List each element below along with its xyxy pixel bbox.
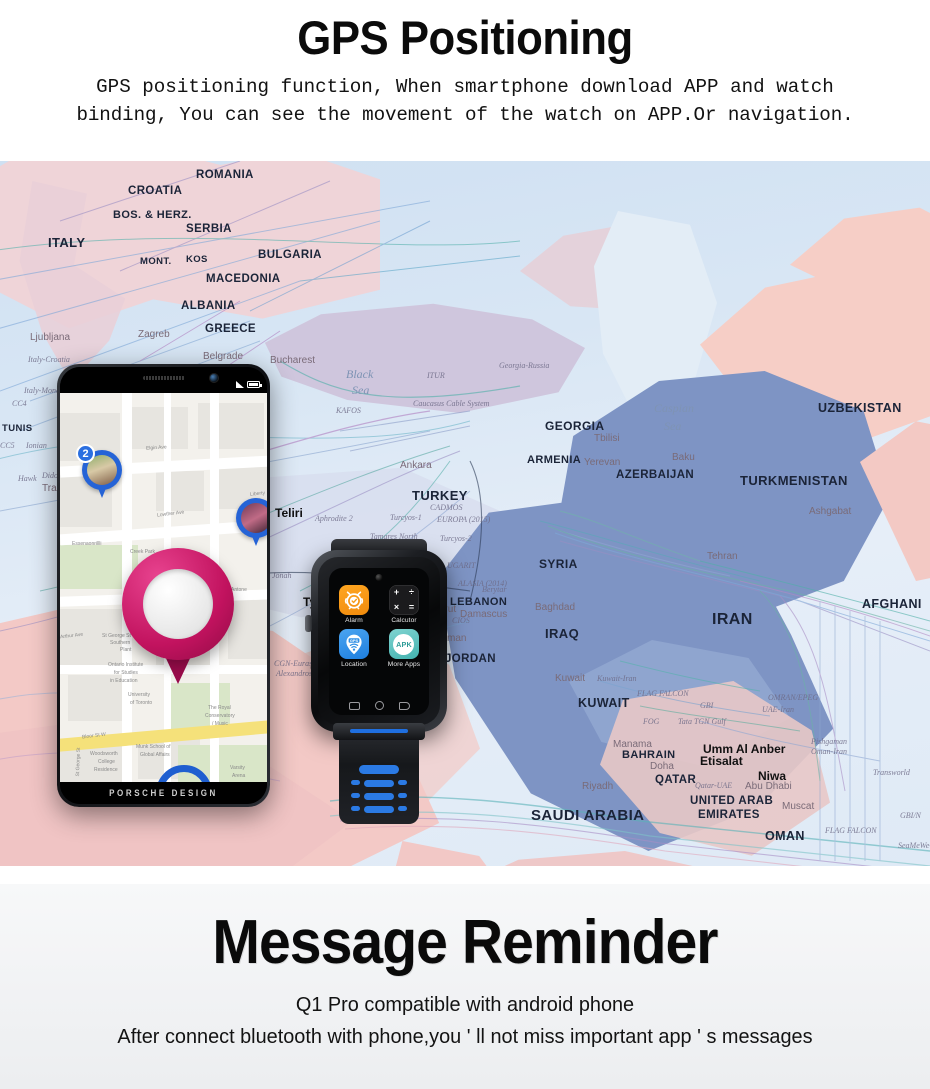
subtitle-line-2: binding, You can see the movement of the… xyxy=(76,104,854,127)
recents-icon[interactable] xyxy=(348,701,360,710)
watch-app-label: Alarm xyxy=(345,617,363,624)
smartwatch-mockup: Alarm + ÷ × = Calcutor GPS Location APK … xyxy=(303,539,455,824)
apk-icon: APK xyxy=(388,629,419,659)
status-bar-icons xyxy=(236,381,262,388)
calc-glyph-equals: = xyxy=(408,602,415,612)
list-item[interactable]: 2 xyxy=(76,444,122,500)
phone-map-screen[interactable]: Elgin Ave Lowther Ave Liberty Essenaonrilll… xyxy=(60,393,267,782)
phone-map-label: Essenaonrillli xyxy=(72,541,102,547)
map-block xyxy=(130,407,188,449)
phone-map-label: Munk School of xyxy=(136,744,171,750)
calc-glyph-times: × xyxy=(393,602,400,612)
phone-map-label: St George St xyxy=(74,747,82,777)
watch-crown-button[interactable] xyxy=(305,615,312,632)
calc-glyph-divide: ÷ xyxy=(409,587,414,597)
watch-nav-bar xyxy=(329,701,429,710)
subtitle-line-1: GPS positioning function, When smartphon… xyxy=(96,76,834,98)
phone-map-label: The Royal xyxy=(208,705,231,711)
clasp-accent-bar xyxy=(350,729,408,733)
phone-map-label: Residence xyxy=(94,767,118,773)
phone-map-label: Woodsworth xyxy=(90,751,118,757)
footer-line-2: After connect bluetooth with phone,you '… xyxy=(117,1025,813,1049)
watch-screen[interactable]: Alarm + ÷ × = Calcutor GPS Location APK … xyxy=(329,568,429,715)
phone-map-label: University xyxy=(128,692,150,698)
apk-label: APK xyxy=(396,639,412,649)
signal-bars-icon xyxy=(236,381,244,388)
watch-app-location[interactable]: GPS Location xyxy=(339,629,369,668)
watch-case: Alarm + ÷ × = Calcutor GPS Location APK … xyxy=(311,550,447,732)
apk-circle: APK xyxy=(393,633,415,655)
list-item[interactable] xyxy=(236,498,267,548)
phone-bottom-bezel: PORSCHE DESIGN xyxy=(60,782,267,804)
phone-map-label: / Music xyxy=(212,721,228,727)
band-vent xyxy=(359,765,399,774)
band-vent xyxy=(364,793,394,800)
status-badge: 2 xyxy=(76,444,95,463)
watch-app-calculator[interactable]: + ÷ × = Calcutor xyxy=(389,585,419,624)
band-vent xyxy=(364,780,394,787)
svg-text:GPS: GPS xyxy=(350,638,359,643)
band-vent xyxy=(398,780,407,785)
battery-icon xyxy=(247,381,262,388)
back-icon[interactable] xyxy=(398,701,410,710)
watch-app-label: Location xyxy=(341,661,367,668)
band-vent xyxy=(351,780,360,785)
footer-section: Message Reminder Q1 Pro compatible with … xyxy=(0,884,930,1089)
watch-camera-icon xyxy=(375,574,383,581)
watch-bezel: Alarm + ÷ × = Calcutor GPS Location APK … xyxy=(318,557,440,725)
band-vent xyxy=(364,806,394,813)
phone-body: Elgin Ave Lowther Ave Liberty Essenaonrilll… xyxy=(60,367,267,804)
band-vent xyxy=(351,806,360,811)
watch-app-grid: Alarm + ÷ × = Calcutor GPS Location APK … xyxy=(329,585,429,668)
band-vent xyxy=(398,793,407,798)
phone-map-label: Global Affairs xyxy=(140,752,170,758)
watch-app-alarm[interactable]: Alarm xyxy=(339,585,369,624)
world-map-banner: ROMANIA CROATIA BOS. & HERZ. SERBIA BULGARIA… xyxy=(0,161,930,866)
page-subtitle: GPS positioning function, When smartphon… xyxy=(7,73,923,130)
band-vent xyxy=(351,793,360,798)
gps-pin-icon: GPS xyxy=(339,629,369,659)
avatar xyxy=(241,503,267,533)
footer-line-1: Q1 Pro compatible with android phone xyxy=(295,993,635,1016)
phone-status-bar xyxy=(60,367,267,393)
map-block xyxy=(198,403,264,449)
calc-glyph-plus: + xyxy=(393,587,400,597)
band-vent xyxy=(398,806,407,811)
phone-map-label: Conservatory xyxy=(205,713,235,719)
smartphone-mockup: Elgin Ave Lowther Ave Liberty Essenaonrilll… xyxy=(57,364,270,807)
calculator-icon: + ÷ × = xyxy=(389,585,419,615)
footer-title: Message Reminder xyxy=(212,908,718,977)
primary-location-pin[interactable] xyxy=(122,548,234,684)
section-divider xyxy=(0,866,930,884)
phone-map-label: Varsity xyxy=(230,765,245,771)
pin-center xyxy=(143,569,213,639)
phone-map-label: College xyxy=(98,759,115,765)
watch-app-label: Calcutor xyxy=(391,617,417,624)
header-section: GPS Positioning GPS positioning function… xyxy=(0,0,930,161)
home-icon[interactable] xyxy=(374,701,384,710)
phone-brand-label: PORSCHE DESIGN xyxy=(109,788,218,798)
alarm-clock-icon xyxy=(339,585,369,615)
page-title: GPS Positioning xyxy=(297,11,633,64)
phone-map-label: Arena xyxy=(232,773,246,779)
watch-band-clasp xyxy=(333,723,425,740)
watch-app-label: More Apps xyxy=(387,661,421,668)
watch-app-more-apps[interactable]: APK More Apps xyxy=(388,629,420,668)
phone-map-label: of Toronto xyxy=(130,700,153,706)
earpiece-speaker-icon xyxy=(142,376,185,380)
front-camera-icon xyxy=(210,374,218,382)
